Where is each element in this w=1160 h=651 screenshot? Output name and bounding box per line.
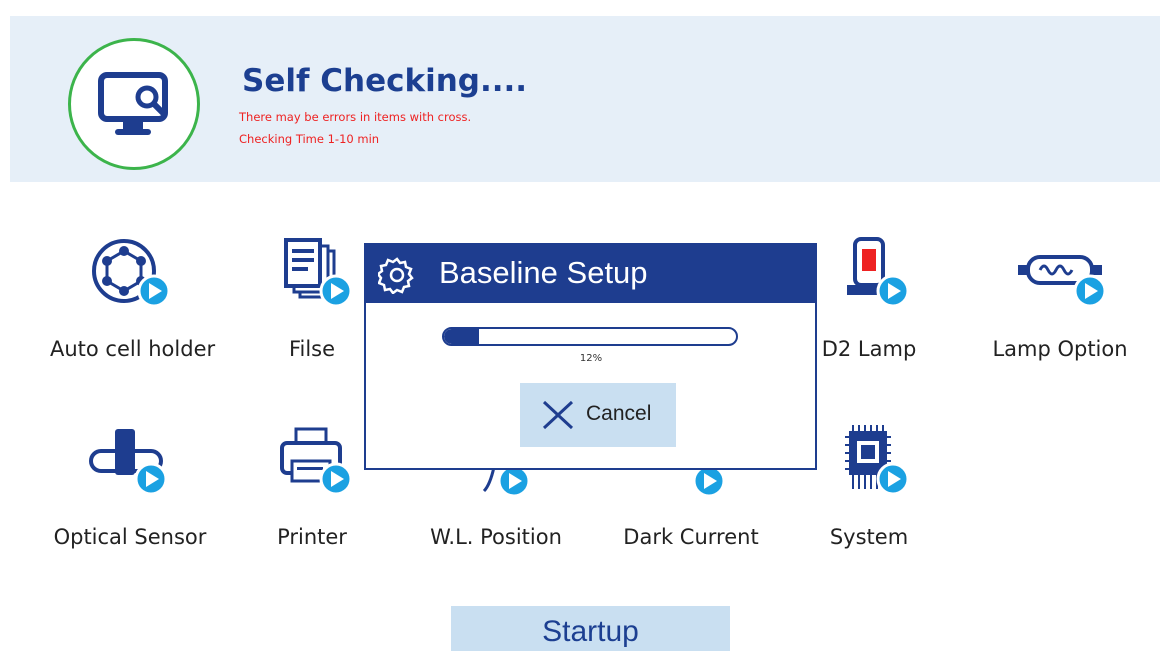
item-auto-cell-holder[interactable]: Auto cell holder [50, 237, 215, 361]
gear-icon [378, 257, 414, 294]
error-notice: There may be errors in items with cross. [239, 110, 472, 124]
lamp-option-icon [1018, 255, 1107, 308]
d2-lamp-icon [847, 237, 910, 308]
progress-fill [444, 329, 480, 344]
baseline-progress-bar [442, 327, 738, 346]
close-icon [542, 400, 574, 430]
optical-sensor-icon [89, 429, 168, 496]
cancel-label: Cancel [586, 402, 652, 425]
item-label: Optical Sensor [53, 525, 207, 549]
item-label: Lamp Option [992, 337, 1128, 361]
baseline-setup-dialog: Baseline Setup 12% Cancel [364, 243, 817, 470]
item-label: W.L. Position [430, 525, 562, 549]
dialog-title: Baseline Setup [439, 255, 648, 290]
checking-time: Checking Time 1-10 min [239, 132, 380, 146]
file-icon [284, 238, 353, 308]
dialog-header: Baseline Setup [366, 245, 815, 303]
item-label: Printer [277, 525, 347, 549]
startup-button[interactable]: Startup [451, 606, 730, 651]
item-lamp-option[interactable]: Lamp Option [980, 237, 1140, 361]
progress-percent: 12% [579, 353, 603, 364]
page-title: Self Checking.... [242, 63, 528, 99]
item-label: Dark Current [623, 525, 759, 549]
cell-holder-icon [92, 239, 171, 308]
monitor-search-icon [68, 38, 200, 170]
chip-icon [845, 425, 910, 496]
item-label: System [829, 525, 909, 549]
printer-icon [280, 427, 353, 496]
item-label: Auto cell holder [50, 337, 216, 361]
cancel-button[interactable]: Cancel [520, 383, 676, 447]
item-optical-sensor[interactable]: Optical Sensor [50, 425, 210, 549]
